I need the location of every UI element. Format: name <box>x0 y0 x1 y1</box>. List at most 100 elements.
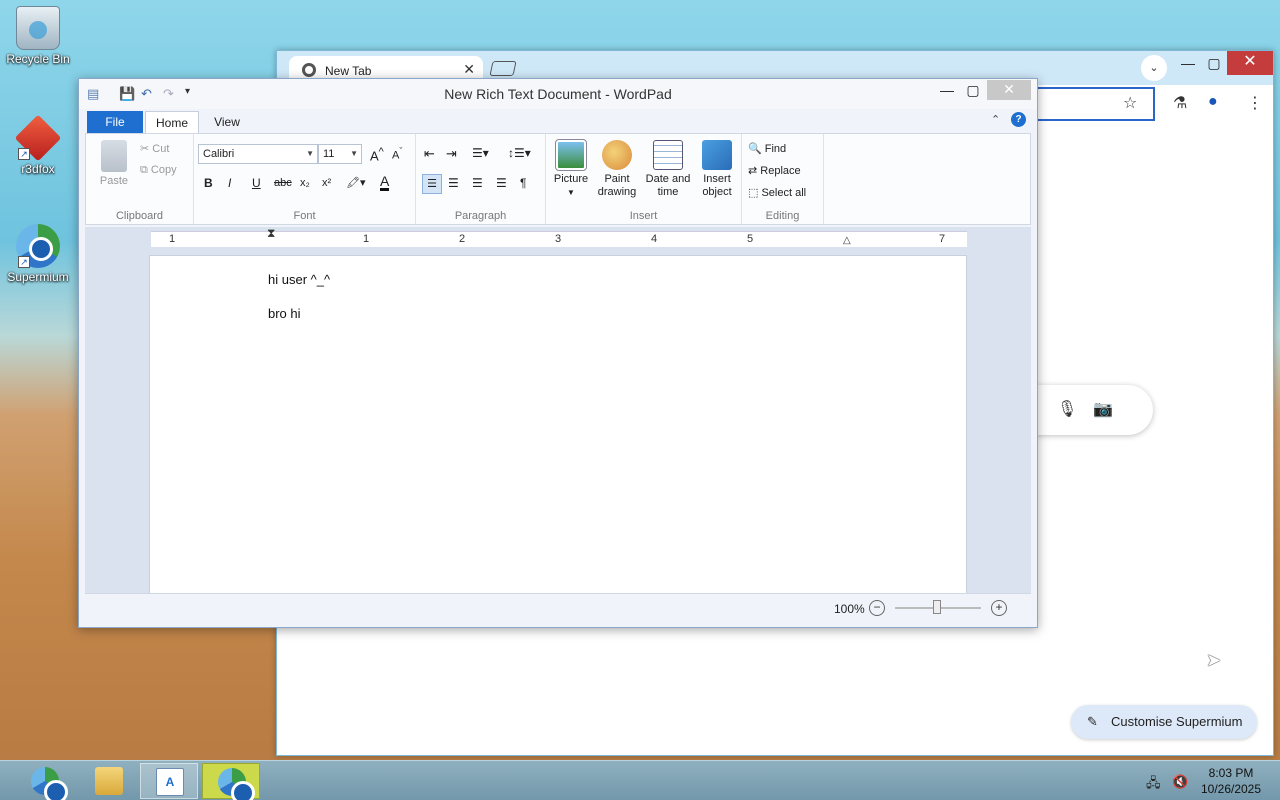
ruler-bar: 1 ⧗ 1 2 3 4 5 △ 7 <box>85 226 1031 253</box>
network-icon[interactable]: 🖧 <box>1146 774 1161 796</box>
folder-icon <box>95 767 123 795</box>
clock[interactable]: 8:03 PM 10/26/2025 <box>1196 765 1266 797</box>
group-paragraph: ⇤ ⇥ ☰▾ ↕☰▾ ☰ ☰ ☰ ☰ ¶ Paragraph <box>416 134 546 224</box>
desktop-icon-supermium[interactable]: ↗ Supermium <box>2 224 74 284</box>
decrease-indent-icon[interactable]: ⇤ <box>424 146 435 162</box>
minimize-icon[interactable]: — <box>933 82 961 98</box>
align-left-icon[interactable]: ☰ <box>422 174 442 194</box>
taskbar-wordpad[interactable]: A <box>140 763 198 799</box>
select-all-button[interactable]: ⬚ Select all <box>748 186 806 199</box>
align-right-icon[interactable]: ☰ <box>472 176 483 190</box>
paste-label: Paste <box>99 175 129 187</box>
insert-object-label: Insert object <box>702 173 732 198</box>
zoom-slider-thumb[interactable] <box>933 600 941 614</box>
collapse-ribbon-icon[interactable]: ⌃ <box>991 113 1000 126</box>
superscript-icon[interactable]: x² <box>322 177 331 189</box>
insert-object-button[interactable]: Insert object <box>696 140 738 199</box>
voice-search-mic-icon[interactable]: 🎙 <box>1057 399 1077 419</box>
justify-icon[interactable]: ☰ <box>496 176 507 190</box>
document-page[interactable]: hi user ^_^ bro hi <box>149 255 967 593</box>
font-family-select[interactable]: Calibri ▼ <box>198 144 318 164</box>
bullets-icon[interactable]: ☰▾ <box>472 146 489 160</box>
ruler-number: 1 <box>169 233 176 245</box>
help-icon[interactable]: ? <box>1011 112 1026 127</box>
mouse-cursor-icon: ➤ <box>1206 650 1222 670</box>
volume-muted-icon[interactable]: 🔇 <box>1172 774 1188 790</box>
taskbar-file-explorer[interactable] <box>80 763 138 799</box>
align-center-icon[interactable]: ☰ <box>448 176 459 190</box>
strikethrough-icon[interactable]: abc <box>274 177 292 189</box>
replace-button[interactable]: ⇄ Replace <box>748 164 801 177</box>
close-icon[interactable]: ✕ <box>987 80 1031 100</box>
supermium-icon <box>218 768 255 800</box>
ruler-number: 3 <box>555 233 562 245</box>
profile-avatar-icon[interactable]: ● <box>1208 93 1218 111</box>
date-time-label: Date and time <box>645 173 691 198</box>
select-all-label: Select all <box>761 187 807 199</box>
paragraph-settings-icon[interactable]: ¶ <box>520 176 526 190</box>
maximize-icon[interactable]: ▢ <box>959 82 987 99</box>
browser-maximize-icon[interactable]: ▢ <box>1201 55 1227 72</box>
desktop-icon-recycle-bin[interactable]: Recycle Bin <box>2 6 74 66</box>
tab-close-icon[interactable]: ✕ <box>463 61 475 78</box>
bold-icon[interactable]: B <box>204 176 213 190</box>
picture-button[interactable]: Picture ▼ <box>550 139 592 199</box>
tab-home[interactable]: Home <box>145 111 199 133</box>
increase-indent-icon[interactable]: ⇥ <box>446 146 457 162</box>
r3dfox-icon: ↗ <box>14 114 62 162</box>
grow-font-icon[interactable]: A^ <box>370 146 384 163</box>
taskbar-supermium[interactable] <box>202 763 260 800</box>
chevron-down-icon: ▼ <box>350 149 358 158</box>
customise-button[interactable]: ✎ Customise Supermium <box>1071 705 1257 739</box>
underline-icon[interactable]: U <box>252 176 261 190</box>
find-button[interactable]: 🔍 Find <box>748 142 786 155</box>
bookmark-star-icon[interactable]: ☆ <box>1123 93 1137 113</box>
shrink-font-icon[interactable]: Aˇ <box>392 146 402 162</box>
line-spacing-icon[interactable]: ↕☰▾ <box>508 146 531 160</box>
highlight-color-icon[interactable]: 🖍▾ <box>346 176 366 189</box>
desktop-icon-label: Supermium <box>7 270 69 284</box>
tab-view[interactable]: View <box>203 111 251 133</box>
cut-button[interactable]: ✂ Cut <box>140 142 169 155</box>
desktop-icon-r3dfox[interactable]: ↗ r3dfox <box>2 114 74 176</box>
labs-flask-icon[interactable]: ⚗ <box>1173 93 1187 113</box>
ruler-number: 1 <box>363 233 370 245</box>
chevron-down-icon: ▼ <box>567 188 575 197</box>
ruler-number: 4 <box>651 233 658 245</box>
binoculars-icon: 🔍 <box>748 143 765 155</box>
copy-button[interactable]: ⧉ Copy <box>140 164 177 177</box>
font-size-select[interactable]: 11 ▼ <box>318 144 362 164</box>
browser-close-icon[interactable]: ✕ <box>1227 51 1273 75</box>
clock-time: 8:03 PM <box>1208 766 1254 780</box>
font-color-icon[interactable]: A <box>380 174 390 191</box>
clock-date: 10/26/2025 <box>1200 782 1262 796</box>
ruler-number: 2 <box>459 233 466 245</box>
right-indent-marker-icon[interactable]: △ <box>843 235 851 246</box>
date-time-button[interactable]: Date and time <box>642 140 694 199</box>
paste-icon <box>101 140 127 172</box>
group-editing: 🔍 Find ⇄ Replace ⬚ Select all Editing <box>742 134 824 224</box>
replace-icon: ⇄ <box>748 165 761 177</box>
left-indent-marker-icon[interactable]: ⧗ <box>267 226 275 241</box>
zoom-in-icon[interactable]: + <box>991 600 1007 616</box>
browser-minimize-icon[interactable]: — <box>1175 55 1201 71</box>
font-size-value: 11 <box>323 148 335 160</box>
paste-button[interactable]: Paste <box>94 140 134 188</box>
zoom-out-icon[interactable]: − <box>869 600 885 616</box>
italic-icon[interactable]: I <box>228 176 231 190</box>
document-area: hi user ^_^ bro hi <box>85 253 1031 593</box>
select-all-icon: ⬚ <box>748 187 762 199</box>
tab-file[interactable]: File <box>87 111 143 133</box>
new-tab-icon[interactable] <box>489 61 517 76</box>
paint-drawing-button[interactable]: Paint drawing <box>594 140 640 199</box>
image-search-camera-icon[interactable]: 📷 <box>1093 399 1113 419</box>
group-font: Calibri ▼ 11 ▼ A^ Aˇ B I U abc x₂ x² 🖍▾ A … <box>194 134 416 224</box>
group-label: Editing <box>765 210 800 222</box>
tab-search-dropdown-icon[interactable]: ⌄ <box>1141 55 1167 81</box>
menu-kebab-icon[interactable]: ⋮ <box>1247 93 1263 113</box>
ruler[interactable]: 1 ⧗ 1 2 3 4 5 △ 7 <box>151 226 967 247</box>
ruler-number: 7 <box>939 233 946 245</box>
tab-title: New Tab <box>325 64 372 78</box>
start-button[interactable] <box>16 763 74 800</box>
subscript-icon[interactable]: x₂ <box>300 177 310 189</box>
